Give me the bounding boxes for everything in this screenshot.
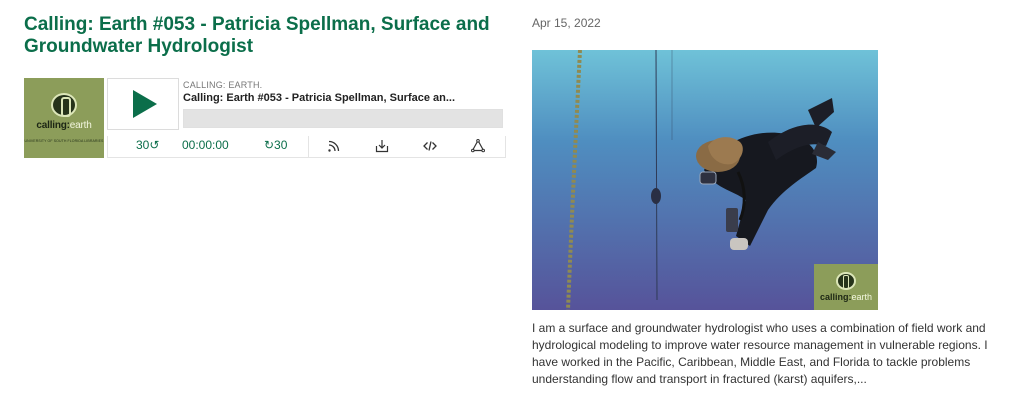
player-controls: 30↺ 00:00:00 ↻30 bbox=[107, 136, 506, 158]
player-episode-name: Calling: Earth #053 - Patricia Spellman,… bbox=[183, 92, 456, 104]
photo-logo-brand: calling:earth bbox=[819, 292, 873, 302]
download-icon[interactable] bbox=[374, 138, 390, 154]
rewind-30-button[interactable]: 30↺ bbox=[136, 138, 159, 152]
play-icon bbox=[133, 90, 157, 118]
podcast-player: calling:earth UNIVERSITY OF SOUTH FLORID… bbox=[24, 78, 506, 158]
episode-description: I am a surface and groundwater hydrologi… bbox=[532, 321, 988, 386]
episode-date: Apr 15, 2022 bbox=[532, 16, 601, 30]
globe-logo-icon bbox=[836, 272, 856, 290]
controls-divider bbox=[308, 136, 309, 158]
current-time: 00:00:00 bbox=[182, 138, 229, 152]
globe-logo-icon bbox=[51, 93, 77, 117]
rss-icon[interactable] bbox=[326, 138, 342, 154]
embed-icon[interactable] bbox=[422, 138, 438, 154]
cover-brand: calling:earth bbox=[36, 120, 92, 131]
share-icon[interactable] bbox=[470, 138, 486, 154]
progress-bar[interactable] bbox=[183, 109, 503, 128]
forward-30-button[interactable]: ↻30 bbox=[264, 138, 287, 152]
calling-earth-logo: calling:earth bbox=[814, 264, 878, 310]
play-button[interactable] bbox=[107, 78, 179, 130]
episode-title[interactable]: Calling: Earth #053 - Patricia Spellman,… bbox=[24, 14, 494, 58]
cover-institution: UNIVERSITY OF SOUTH FLORIDA LIBRARIES bbox=[24, 139, 104, 143]
podcast-name: CALLING: EARTH. bbox=[183, 80, 263, 90]
podcast-cover: calling:earth UNIVERSITY OF SOUTH FLORID… bbox=[24, 78, 104, 158]
